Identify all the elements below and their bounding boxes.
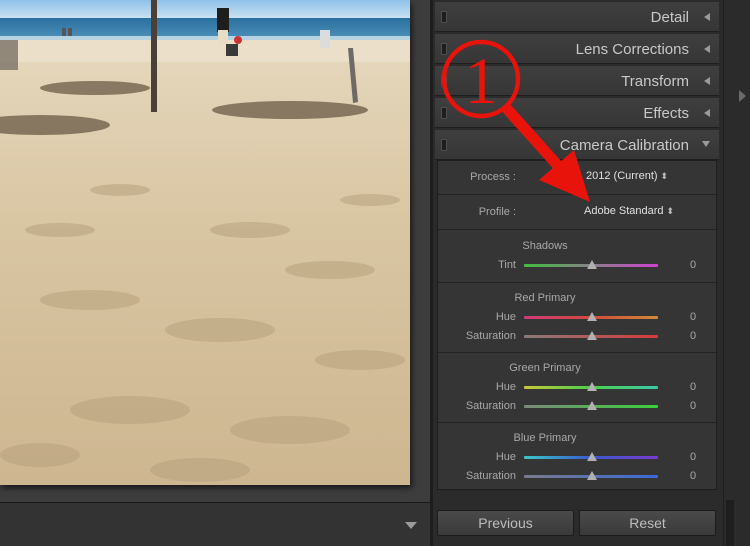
triangle-left-icon (704, 13, 710, 21)
red-primary-group: Red Primary Hue 0 Saturation 0 (438, 283, 716, 353)
section-title: Camera Calibration (559, 137, 689, 154)
section-title: Lens Corrections (575, 41, 689, 58)
red-saturation-slider-row: Saturation 0 (438, 329, 716, 345)
slider-thumb[interactable] (587, 312, 597, 321)
panel-switch-icon[interactable] (441, 107, 447, 119)
section-transform[interactable]: Transform (435, 66, 719, 96)
slider-thumb[interactable] (587, 401, 597, 410)
triangle-left-icon (704, 77, 710, 85)
red-hue-slider[interactable] (524, 312, 658, 321)
slider-label: Hue (495, 311, 516, 323)
green-saturation-slider[interactable] (524, 401, 658, 410)
triangle-left-icon (704, 109, 710, 117)
slider-value[interactable]: 0 (690, 400, 696, 412)
blue-primary-group: Blue Primary Hue 0 Saturation 0 (438, 423, 716, 489)
profile-label: Profile : (478, 206, 516, 218)
section-title: Effects (643, 105, 689, 122)
filmstrip-toggle-icon[interactable] (404, 520, 418, 530)
panel-switch-icon[interactable] (441, 11, 447, 23)
slider-value[interactable]: 0 (690, 311, 696, 323)
section-effects[interactable]: Effects (435, 98, 719, 128)
profile-select[interactable]: Adobe Standard ⬍ (584, 205, 674, 217)
green-hue-slider-row: Hue 0 (438, 380, 716, 396)
blue-hue-slider[interactable] (524, 452, 658, 461)
reset-button[interactable]: Reset (579, 510, 716, 536)
blue-saturation-slider-row: Saturation 0 (438, 469, 716, 485)
group-title: Red Primary (514, 292, 576, 304)
tint-slider-row: Tint 0 (438, 258, 716, 274)
camera-calibration-panel: Process : 2012 (Current) ⬍ Profile : Adob… (437, 160, 717, 490)
panel-switch-icon[interactable] (441, 139, 447, 151)
section-detail[interactable]: Detail (435, 2, 719, 32)
slider-label: Tint (498, 259, 516, 271)
slider-thumb[interactable] (587, 331, 597, 340)
updown-arrows-icon: ⬍ (660, 171, 669, 181)
group-title: Blue Primary (513, 432, 577, 444)
section-title: Transform (621, 73, 689, 90)
slider-thumb[interactable] (587, 382, 597, 391)
slider-label: Saturation (465, 470, 516, 482)
beach-photo-image (0, 0, 410, 485)
rail-scrollbar[interactable] (726, 500, 734, 546)
section-camera-calibration[interactable]: Camera Calibration (435, 130, 719, 160)
slider-label: Hue (495, 381, 516, 393)
section-lens-corrections[interactable]: Lens Corrections (435, 34, 719, 64)
slider-label: Saturation (465, 400, 516, 412)
panel-switch-icon[interactable] (441, 43, 447, 55)
triangle-right-icon[interactable] (739, 90, 746, 102)
blue-hue-slider-row: Hue 0 (438, 450, 716, 466)
green-saturation-slider-row: Saturation 0 (438, 399, 716, 415)
slider-value[interactable]: 0 (690, 259, 696, 271)
blue-saturation-slider[interactable] (524, 471, 658, 480)
slider-thumb[interactable] (587, 452, 597, 461)
photo-canvas (0, 0, 432, 502)
process-select[interactable]: 2012 (Current) ⬍ (586, 170, 668, 182)
slider-value[interactable]: 0 (690, 381, 696, 393)
develop-right-panel: Detail Lens Corrections Transform Effect… (433, 0, 723, 546)
panel-switch-icon[interactable] (441, 75, 447, 87)
slider-value[interactable]: 0 (690, 451, 696, 463)
triangle-down-icon (702, 141, 710, 147)
section-title: Detail (650, 9, 689, 26)
triangle-left-icon (704, 45, 710, 53)
slider-value[interactable]: 0 (690, 330, 696, 342)
right-rail (723, 0, 750, 546)
red-hue-slider-row: Hue 0 (438, 310, 716, 326)
group-title: Shadows (522, 240, 568, 252)
slider-label: Hue (495, 451, 516, 463)
green-primary-group: Green Primary Hue 0 Saturation 0 (438, 353, 716, 423)
slider-value[interactable]: 0 (690, 470, 696, 482)
beach-photo[interactable] (0, 0, 410, 485)
slider-thumb[interactable] (587, 471, 597, 480)
slider-thumb[interactable] (587, 260, 597, 269)
updown-arrows-icon: ⬍ (666, 206, 675, 216)
shadows-group: Shadows Tint 0 (438, 231, 716, 283)
panel-button-bar: Previous Reset (435, 502, 719, 546)
profile-row: Profile : Adobe Standard ⬍ (438, 196, 716, 230)
slider-label: Saturation (465, 330, 516, 342)
group-title: Green Primary (509, 362, 581, 374)
tint-slider[interactable] (524, 260, 658, 269)
red-saturation-slider[interactable] (524, 331, 658, 340)
green-hue-slider[interactable] (524, 382, 658, 391)
process-label: Process : (470, 171, 516, 183)
process-row: Process : 2012 (Current) ⬍ (438, 161, 716, 195)
filmstrip-bar (0, 502, 432, 546)
previous-button[interactable]: Previous (437, 510, 574, 536)
